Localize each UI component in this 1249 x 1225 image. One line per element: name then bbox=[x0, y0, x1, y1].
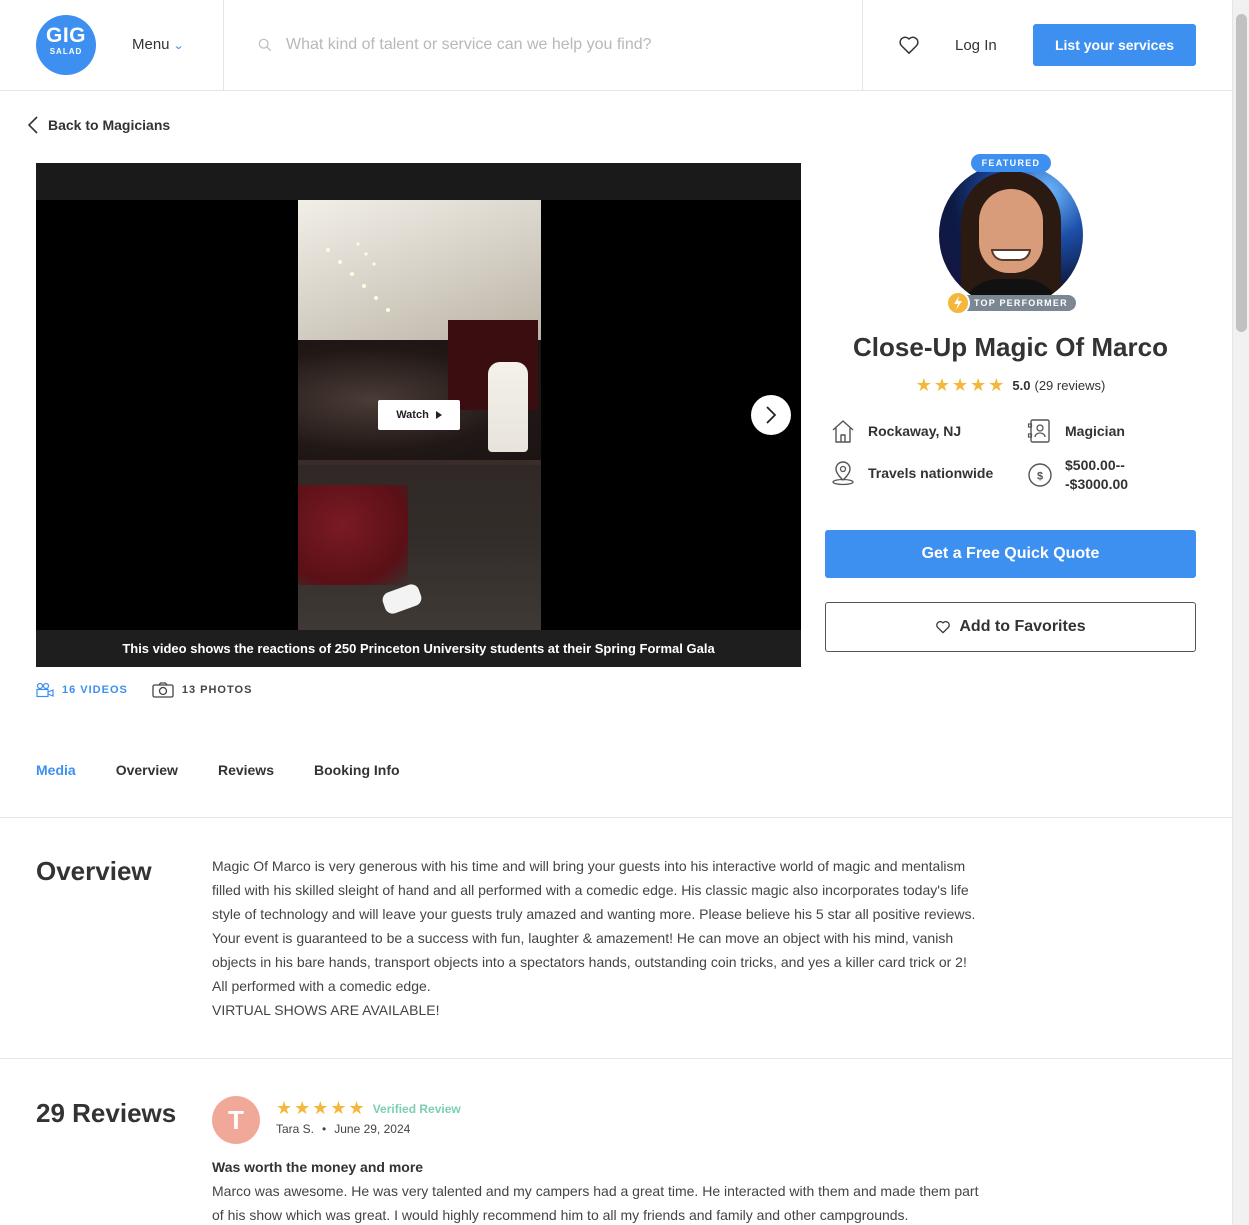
reviews-count: (29 reviews) bbox=[1034, 378, 1106, 393]
profile-tabs: Media Overview Reviews Booking Info bbox=[36, 762, 440, 778]
page: GIG SALAD Menu⌄ Log In List your service… bbox=[0, 0, 1232, 1225]
video-top-bar bbox=[36, 163, 801, 200]
list-services-button[interactable]: List your services bbox=[1033, 24, 1196, 66]
top-performer-badge: TOP PERFORMER bbox=[946, 291, 1076, 315]
header-divider bbox=[862, 0, 863, 90]
performer-white-shirt bbox=[488, 362, 528, 452]
string-lights bbox=[326, 242, 390, 312]
chevron-right-icon bbox=[766, 406, 776, 424]
logo-text-top: GIG bbox=[45, 24, 86, 47]
rating-summary[interactable]: ★★★★★ 5.0 (29 reviews) bbox=[825, 375, 1196, 396]
section-divider bbox=[0, 1058, 1232, 1059]
search-input[interactable] bbox=[286, 36, 786, 54]
heart-icon bbox=[936, 620, 951, 634]
location-fact: Rockaway, NJ bbox=[830, 418, 961, 444]
price-line-1: $500.00-- bbox=[1065, 457, 1125, 473]
location-text: Rockaway, NJ bbox=[868, 423, 962, 439]
add-to-favorites-button[interactable]: Add to Favorites bbox=[825, 602, 1196, 652]
page-scrollbar[interactable] bbox=[1232, 0, 1249, 1225]
tab-reviews[interactable]: Reviews bbox=[218, 762, 274, 778]
tab-overview[interactable]: Overview bbox=[116, 762, 178, 778]
review-star-rating-icon: ★★★★★ bbox=[276, 1098, 367, 1118]
category-text: Magician bbox=[1065, 423, 1125, 439]
scrollbar-thumb[interactable] bbox=[1236, 14, 1247, 332]
review-date: June 29, 2024 bbox=[334, 1122, 411, 1136]
overview-heading: Overview bbox=[36, 856, 152, 886]
header-divider bbox=[223, 0, 224, 90]
login-link[interactable]: Log In bbox=[955, 37, 997, 54]
video-player[interactable]: Watch This video shows the reactions of … bbox=[36, 163, 801, 667]
chevron-left-icon bbox=[28, 116, 38, 134]
dollar-icon: $ bbox=[1028, 463, 1052, 487]
review-subject: Was worth the money and more bbox=[212, 1159, 424, 1175]
site-header: GIG SALAD Menu⌄ Log In List your service… bbox=[0, 0, 1232, 91]
tab-media[interactable]: Media bbox=[36, 762, 76, 778]
top-performer-label: TOP PERFORMER bbox=[958, 295, 1076, 311]
price-line-2: -$3000.00 bbox=[1065, 476, 1129, 492]
photos-link[interactable]: 13 PHOTOS bbox=[152, 682, 253, 698]
reviews-heading: 29 Reviews bbox=[36, 1098, 177, 1128]
search-bar[interactable] bbox=[258, 30, 818, 60]
favorites-heart-icon[interactable] bbox=[898, 35, 920, 55]
videos-link[interactable]: 16 VIDEOS bbox=[36, 682, 128, 698]
videos-count: 16 VIDEOS bbox=[62, 684, 128, 696]
map-pin-icon bbox=[832, 461, 854, 486]
overview-paragraph: Magic Of Marco is very generous with his… bbox=[212, 858, 976, 994]
video-caption: This video shows the reactions of 250 Pr… bbox=[36, 630, 801, 667]
menu-dropdown[interactable]: Menu ⌄ bbox=[132, 36, 185, 53]
overview-text: Magic Of Marco is very generous with his… bbox=[212, 854, 982, 1022]
menu-label: Menu bbox=[132, 36, 170, 53]
featured-badge: FEATURED bbox=[971, 154, 1051, 172]
search-icon bbox=[258, 38, 272, 52]
back-link-label: Back to Magicians bbox=[48, 117, 171, 133]
get-quote-button[interactable]: Get a Free Quick Quote bbox=[825, 530, 1196, 578]
gigsalad-logo[interactable]: GIG SALAD bbox=[36, 15, 96, 75]
overview-virtual-note: VIRTUAL SHOWS ARE AVAILABLE! bbox=[212, 1002, 440, 1018]
back-link[interactable]: Back to Magicians bbox=[28, 116, 170, 134]
contact-card-icon bbox=[1027, 419, 1050, 443]
separator-dot: • bbox=[322, 1122, 327, 1136]
travel-fact: Travels nationwide bbox=[830, 460, 993, 486]
next-slide-button[interactable] bbox=[751, 395, 791, 435]
review-header: ★★★★★ Verified Review bbox=[276, 1098, 461, 1119]
red-dress bbox=[298, 485, 408, 585]
lightning-icon bbox=[946, 291, 970, 315]
svg-text:$: $ bbox=[1037, 471, 1043, 483]
logo-text-bottom: SALAD bbox=[49, 47, 83, 56]
tab-booking-info[interactable]: Booking Info bbox=[314, 762, 400, 778]
performer-avatar bbox=[939, 163, 1083, 307]
home-icon bbox=[832, 420, 854, 443]
star-rating-icon: ★★★★★ bbox=[915, 375, 1007, 395]
section-divider bbox=[0, 817, 1232, 818]
watch-label: Watch bbox=[396, 409, 429, 421]
favorites-label: Add to Favorites bbox=[959, 618, 1086, 635]
avatar-smile bbox=[991, 249, 1031, 261]
reviewer-avatar: T bbox=[212, 1096, 260, 1144]
rating-score: 5.0 bbox=[1012, 378, 1031, 393]
play-icon bbox=[435, 411, 442, 419]
price-fact: $ $500.00-- -$3000.00 bbox=[1027, 456, 1128, 494]
verified-review-label: Verified Review bbox=[372, 1101, 461, 1116]
camera-icon bbox=[152, 682, 174, 698]
performer-name: Close-Up Magic Of Marco bbox=[853, 332, 1168, 362]
price-range: $500.00-- -$3000.00 bbox=[1065, 456, 1128, 494]
category-fact: Magician bbox=[1027, 418, 1125, 444]
media-counts: 16 VIDEOS 13 PHOTOS bbox=[36, 682, 252, 698]
video-camera-icon bbox=[36, 682, 54, 698]
watch-button[interactable]: Watch bbox=[378, 400, 460, 430]
photos-count: 13 PHOTOS bbox=[181, 684, 253, 696]
chevron-down-icon: ⌄ bbox=[172, 40, 185, 52]
travel-text: Travels nationwide bbox=[868, 465, 994, 481]
reviewer-name: Tara S. bbox=[276, 1122, 315, 1136]
review-body: Marco was awesome. He was very talented … bbox=[212, 1183, 979, 1223]
review-meta: Tara S. • June 29, 2024 bbox=[276, 1122, 410, 1136]
